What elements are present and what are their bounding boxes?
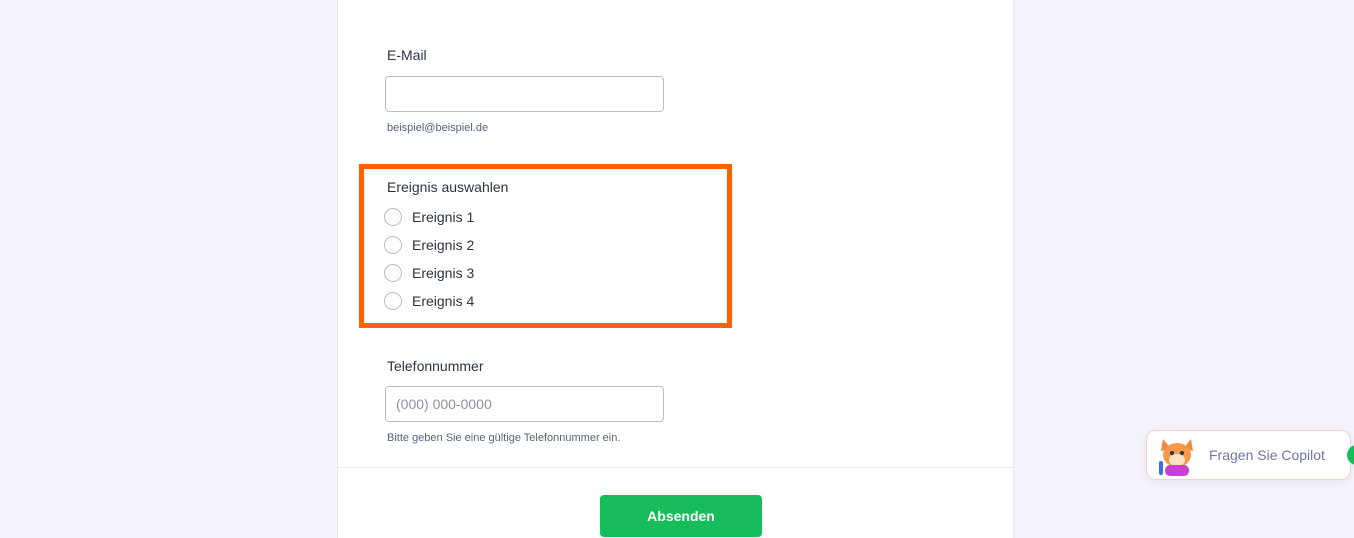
radio-circle[interactable]	[384, 236, 402, 254]
radio-circle[interactable]	[384, 292, 402, 310]
radio-option-3[interactable]: Ereignis 3	[384, 263, 474, 283]
email-field[interactable]	[385, 76, 664, 112]
fox-mascot-icon	[1155, 433, 1199, 477]
radio-option-1[interactable]: Ereignis 1	[384, 207, 474, 227]
radio-option-label: Ereignis 2	[412, 237, 475, 253]
copilot-label: Fragen Sie Copilot	[1209, 447, 1325, 463]
divider	[338, 467, 1013, 468]
radio-option-label: Ereignis 4	[412, 293, 475, 309]
email-sublabel: beispiel@beispiel.de	[387, 122, 489, 134]
radio-circle[interactable]	[384, 208, 402, 226]
submit-button[interactable]: Absenden	[600, 495, 762, 537]
radio-option-label: Ereignis 1	[412, 209, 475, 225]
radio-circle[interactable]	[384, 264, 402, 282]
radio-option-2[interactable]: Ereignis 2	[384, 235, 474, 255]
form-card: E-Mail beispiel@beispiel.de Ereignis aus…	[337, 0, 1014, 538]
copilot-button[interactable]: Fragen Sie Copilot	[1146, 430, 1351, 480]
phone-label: Telefonnummer	[387, 358, 484, 374]
phone-field[interactable]	[385, 386, 664, 422]
radio-option-4[interactable]: Ereignis 4	[384, 291, 474, 311]
radio-option-label: Ereignis 3	[412, 265, 475, 281]
email-label: E-Mail	[387, 47, 427, 63]
event-label: Ereignis auswahlen	[387, 179, 509, 195]
phone-sublabel: Bitte geben Sie eine gültige Telefonnumm…	[387, 432, 621, 444]
